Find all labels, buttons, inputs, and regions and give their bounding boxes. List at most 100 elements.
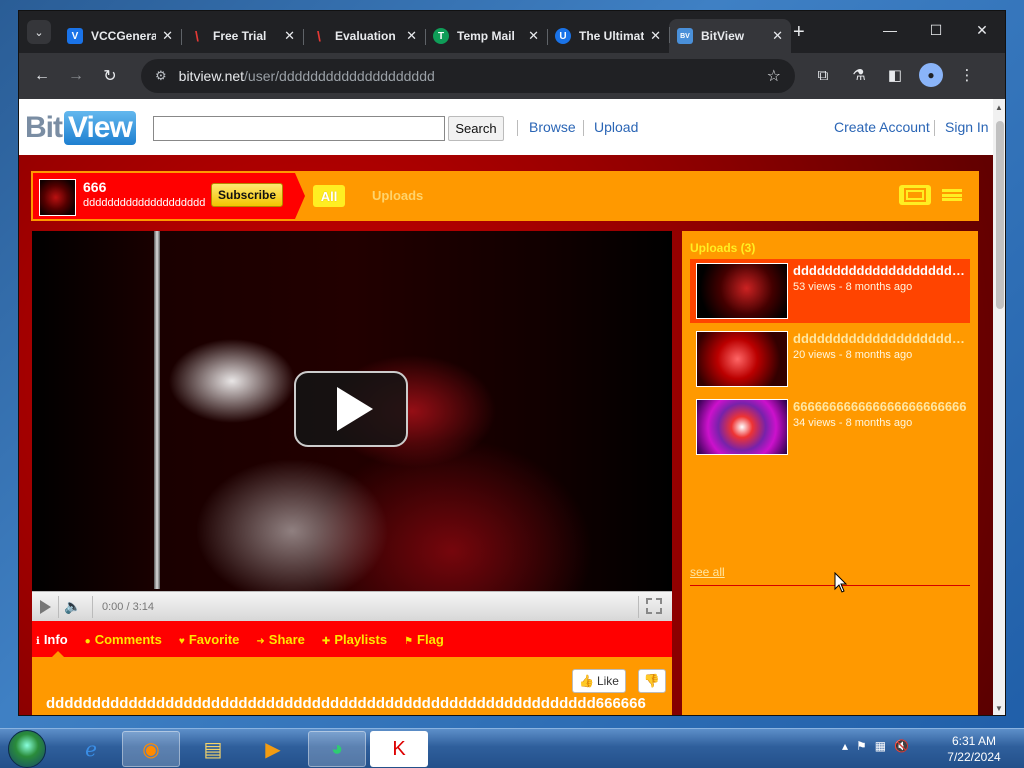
forward-icon[interactable]: → [59, 59, 93, 93]
create-account-link[interactable]: Create Account [834, 119, 930, 135]
close-icon[interactable]: ✕ [772, 28, 783, 44]
grid-view-icon[interactable] [899, 185, 931, 205]
volume-icon[interactable]: 🔈 [64, 598, 81, 615]
close-window-icon[interactable]: ✕ [959, 11, 1005, 49]
tab-free-trial[interactable]: \ Free Trial ✕ [181, 21, 303, 51]
uploads-sidebar: Uploads (3) dddddddddddddddddddddd 53 vi… [682, 231, 978, 715]
scroll-up-icon[interactable]: ▲ [995, 103, 1003, 112]
close-icon[interactable]: ✕ [650, 28, 661, 44]
upload-item[interactable]: dddddddddddddddddddddd 53 views - 8 mont… [690, 259, 970, 323]
video-frame-detail [154, 231, 160, 589]
upload-thumbnail[interactable] [696, 399, 788, 455]
tab-evaluation[interactable]: \ Evaluation ✕ [303, 21, 425, 51]
menu-kebab-icon[interactable]: ⋮ [955, 63, 979, 87]
labs-flask-icon[interactable]: ⚗ [847, 63, 871, 87]
tab-playlists[interactable]: ✚ Playlists [322, 632, 387, 647]
tab-comments[interactable]: ● Comments [85, 632, 162, 647]
file-explorer-icon[interactable]: ▤ [184, 731, 242, 767]
upload-title[interactable]: dddddddddddddddddddddd [793, 331, 967, 346]
scroll-down-icon[interactable]: ▼ [995, 704, 1003, 713]
site-info-icon[interactable]: ⚙ [155, 68, 167, 84]
tab-temp-mail[interactable]: T Temp Mail ✕ [425, 21, 547, 51]
tab-label: Info [43, 631, 68, 647]
tab-info[interactable]: ℹ Info [36, 632, 68, 647]
chrome-app-icon[interactable]: ◕ [308, 731, 366, 767]
bitview-logo[interactable]: Bit View [25, 109, 136, 147]
see-all-link[interactable]: see all [690, 565, 725, 579]
playback-time: 0:00 / 3:14 [102, 601, 154, 613]
video-player[interactable]: 🔈 0:00 / 3:14 [32, 231, 672, 621]
tab-bitview[interactable]: BV BitView ✕ [669, 19, 791, 53]
thumbs-down-icon: 👎 [643, 673, 661, 688]
upload-title[interactable]: 666666666666666666666666 [793, 399, 967, 414]
upload-item[interactable]: dddddddddddddddddddddd 20 views - 8 mont… [690, 327, 970, 391]
tab-vccgenerator[interactable]: V VCCGenerator ✕ [59, 21, 181, 51]
bookmark-star-icon[interactable]: ☆ [767, 66, 781, 86]
play-icon[interactable] [40, 600, 51, 614]
network-icon[interactable]: ▦ [875, 739, 886, 753]
tray-expand-icon[interactable]: ▴ [842, 739, 848, 753]
channel-name[interactable]: 666 [83, 179, 106, 195]
media-player-icon[interactable]: ▶ [244, 731, 302, 767]
reload-icon[interactable]: ↻ [93, 59, 127, 93]
tab-search-button[interactable]: ⌄ [27, 20, 51, 44]
tab-uploads[interactable]: Uploads [372, 188, 423, 203]
tab-title: Free Trial [213, 29, 267, 43]
scrollbar-thumb[interactable] [996, 121, 1004, 309]
upload-thumbnail[interactable] [696, 331, 788, 387]
fullscreen-icon[interactable] [646, 598, 662, 614]
tab-title: BitView [701, 29, 745, 43]
window-controls: — ☐ ✕ [867, 11, 1005, 49]
like-button[interactable]: 👍 Like [572, 669, 626, 693]
new-tab-button[interactable]: + [793, 21, 805, 44]
volume-muted-icon[interactable]: 🔇 [894, 739, 909, 753]
close-icon[interactable]: ✕ [528, 28, 539, 44]
system-tray: ▴ ⚑ ▦ 🔇 [842, 739, 909, 753]
internet-explorer-icon[interactable]: ℯ [62, 731, 120, 767]
clock[interactable]: 6:31 AM 7/22/2024 [944, 733, 1004, 765]
tab-favorite[interactable]: ♥ Favorite [179, 632, 240, 647]
url-path: /user/dddddddddddddddddddd [244, 68, 435, 84]
channel-avatar[interactable] [39, 179, 76, 216]
subscribe-button[interactable]: Subscribe [211, 183, 283, 207]
search-input[interactable] [153, 116, 445, 141]
upload-meta: 20 views - 8 months ago [793, 349, 913, 361]
browse-link[interactable]: Browse [529, 119, 576, 135]
tab-all[interactable]: All [313, 185, 345, 207]
list-view-icon[interactable] [942, 189, 962, 201]
back-icon[interactable]: ← [25, 59, 59, 93]
upload-item[interactable]: 666666666666666666666666 34 views - 8 mo… [690, 395, 970, 459]
start-button[interactable] [8, 730, 46, 768]
extensions-icon[interactable]: ⧉ [811, 63, 835, 87]
big-play-button[interactable] [294, 371, 408, 447]
upload-thumbnail[interactable] [696, 263, 788, 319]
close-icon[interactable]: ✕ [406, 28, 417, 44]
flag-icon[interactable]: ⚑ [856, 739, 867, 753]
share-icon: ➜ [256, 635, 265, 647]
page-scrollbar[interactable]: ▲ ▼ [993, 99, 1005, 715]
v-favicon-icon: V [67, 28, 83, 44]
tab-share[interactable]: ➜ Share [256, 632, 305, 647]
page-viewport: Bit View Search Browse Upload Create Acc… [19, 99, 1005, 715]
side-panel-icon[interactable]: ◧ [883, 63, 907, 87]
kaspersky-icon[interactable]: K [370, 731, 428, 767]
profile-avatar-icon[interactable]: ● [919, 63, 943, 87]
dislike-button[interactable]: 👎 [638, 669, 666, 693]
close-icon[interactable]: ✕ [162, 28, 173, 44]
like-label: Like [596, 674, 619, 688]
close-icon[interactable]: ✕ [284, 28, 295, 44]
firefox-icon[interactable]: ◉ [122, 731, 180, 767]
tab-flag[interactable]: ⚑ Flag [404, 632, 444, 647]
uploads-heading: Uploads (3) [690, 241, 756, 255]
minimize-icon[interactable]: — [867, 11, 913, 49]
address-bar[interactable]: ⚙ bitview.net/user/dddddddddddddddddddd … [141, 59, 795, 93]
search-button[interactable]: Search [448, 116, 504, 141]
upload-link[interactable]: Upload [594, 119, 638, 135]
browser-toolbar: ← → ↻ ⚙ bitview.net/user/ddddddddddddddd… [19, 53, 1005, 99]
tab-the-ultimate[interactable]: U The Ultimate ✕ [547, 21, 669, 51]
browser-window: ⌄ V VCCGenerator ✕ \ Free Trial ✕ \ Eval… [18, 10, 1006, 716]
sign-in-link[interactable]: Sign In [945, 119, 989, 135]
tab-strip: ⌄ V VCCGenerator ✕ \ Free Trial ✕ \ Eval… [19, 11, 1005, 53]
upload-title[interactable]: dddddddddddddddddddddd [793, 263, 967, 278]
maximize-icon[interactable]: ☐ [913, 11, 959, 49]
